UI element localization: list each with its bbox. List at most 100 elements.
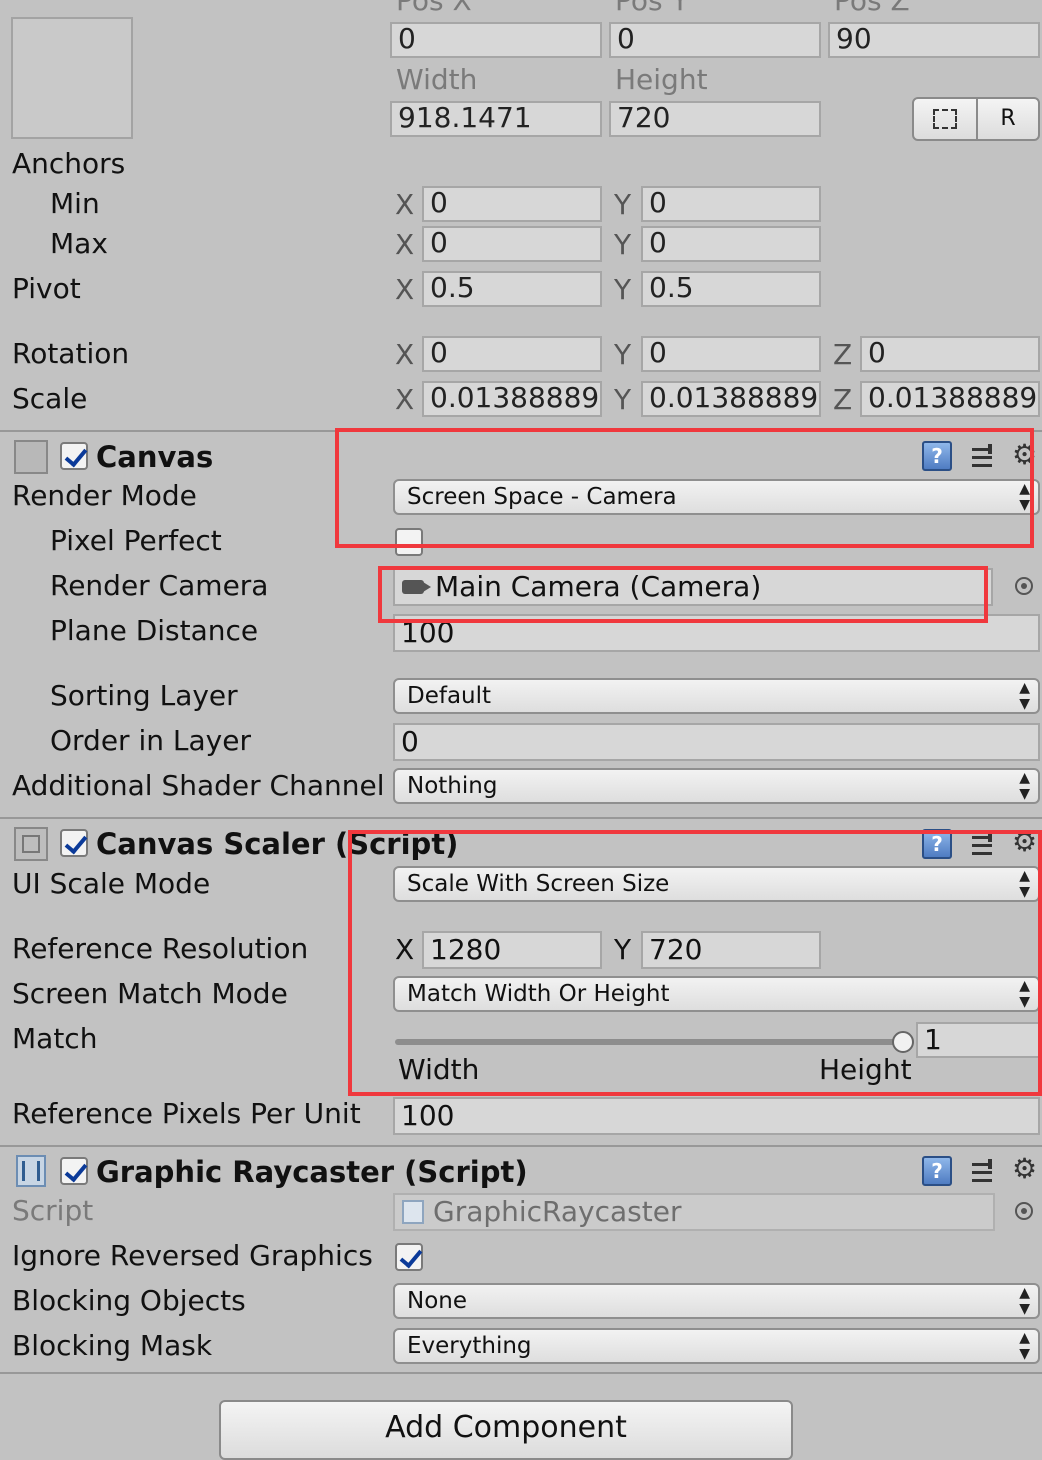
anchors-min-label: Min	[50, 187, 100, 220]
scale-y-field[interactable]: 0.01388889	[641, 381, 821, 417]
rotation-y-field[interactable]: 0	[641, 336, 821, 372]
rotation-x-field[interactable]: 0	[422, 336, 602, 372]
rotation-label: Rotation	[12, 337, 130, 370]
highlight-render-camera	[378, 566, 988, 623]
canvas-scaler-icon	[14, 827, 48, 861]
pivot-x-field[interactable]: 0.5	[422, 271, 602, 307]
height-label: Height	[615, 63, 708, 96]
rot-z-axis: Z	[833, 338, 853, 371]
blocking-mask-value: Everything	[407, 1333, 532, 1359]
script-field: GraphicRaycaster	[393, 1193, 995, 1231]
max-y-axis: Y	[614, 228, 632, 261]
raw-edit-label: R	[1000, 106, 1016, 131]
raycaster-enabled-checkbox[interactable]	[60, 1157, 88, 1185]
script-component-icon	[16, 1155, 46, 1187]
canvas-title: Canvas	[96, 440, 214, 474]
anchor-min-y-field[interactable]: 0	[641, 186, 821, 222]
pixels-per-unit-field[interactable]: 100	[393, 1097, 1040, 1135]
pos-y-label: Pos Y	[615, 0, 689, 17]
scale-label: Scale	[12, 382, 88, 415]
blocking-mask-dropdown[interactable]: Everything ▲ ▼	[393, 1328, 1040, 1364]
raw-edit-button[interactable]: R	[976, 97, 1040, 141]
min-x-axis: X	[395, 188, 415, 221]
canvas-component-icon	[14, 440, 48, 474]
plane-distance-label: Plane Distance	[50, 614, 259, 647]
pos-z-field[interactable]: 90	[828, 22, 1040, 58]
order-in-layer-field[interactable]: 0	[393, 723, 1040, 761]
pos-y-field[interactable]: 0	[609, 22, 821, 58]
sorting-layer-label: Sorting Layer	[50, 679, 238, 712]
order-in-layer-label: Order in Layer	[50, 724, 251, 757]
screen-match-mode-label: Screen Match Mode	[12, 977, 288, 1010]
script-label: Script	[12, 1194, 94, 1227]
anchor-max-y-field[interactable]: 0	[641, 226, 821, 262]
blocking-mask-label: Blocking Mask	[12, 1329, 213, 1362]
script-file-icon	[402, 1200, 424, 1224]
pixel-perfect-label: Pixel Perfect	[50, 524, 222, 557]
blocking-objects-label: Blocking Objects	[12, 1284, 246, 1317]
min-y-axis: Y	[614, 188, 632, 221]
dropdown-arrow-icon: ▲ ▼	[1019, 1285, 1030, 1317]
sorting-layer-value: Default	[407, 683, 492, 709]
ignore-reversed-checkbox[interactable]	[395, 1243, 423, 1271]
rot-y-axis: Y	[614, 338, 632, 371]
blueprint-mode-button[interactable]	[912, 97, 978, 141]
anchor-min-x-field[interactable]: 0	[422, 186, 602, 222]
pivot-label: Pivot	[12, 272, 81, 305]
pos-x-label: Pos X	[396, 0, 472, 17]
raycaster-help-icon[interactable]: ?	[922, 1156, 952, 1186]
canvas-enabled-checkbox[interactable]	[60, 442, 88, 470]
scale-x-axis: X	[395, 383, 415, 416]
reference-resolution-label: Reference Resolution	[12, 932, 309, 965]
script-picker-icon[interactable]	[1015, 1202, 1033, 1220]
highlight-canvas-scaler	[348, 830, 1042, 1096]
scale-y-axis: Y	[614, 383, 632, 416]
object-picker-icon[interactable]	[1015, 577, 1033, 595]
scaler-separator	[0, 817, 1042, 819]
scale-x-field[interactable]: 0.01388889	[422, 381, 602, 417]
shader-channel-value: Nothing	[407, 773, 498, 799]
pos-x-field[interactable]: 0	[390, 22, 602, 58]
add-component-button[interactable]: Add Component	[219, 1400, 793, 1460]
render-mode-label: Render Mode	[12, 479, 197, 512]
pos-z-label: Pos Z	[834, 0, 910, 17]
anchors-foldout[interactable]: Anchors	[12, 147, 125, 181]
rot-x-axis: X	[395, 338, 415, 371]
scale-z-field[interactable]: 0.01388889	[860, 381, 1040, 417]
shader-channel-label: Additional Shader Channel	[12, 769, 385, 802]
shader-channel-dropdown[interactable]: Nothing ▲ ▼	[393, 768, 1040, 804]
scaler-enabled-checkbox[interactable]	[60, 829, 88, 857]
highlight-render-mode	[335, 428, 1034, 548]
pivot-x-axis: X	[395, 273, 415, 306]
pixels-per-unit-label: Reference Pixels Per Unit	[12, 1097, 361, 1130]
width-field[interactable]: 918.1471	[390, 101, 602, 137]
add-component-label: Add Component	[385, 1410, 627, 1445]
width-label: Width	[396, 63, 478, 96]
raycaster-separator	[0, 1145, 1042, 1147]
render-camera-label: Render Camera	[50, 569, 269, 602]
raycaster-gear-icon[interactable]: ⚙	[1012, 1154, 1037, 1184]
pivot-y-axis: Y	[614, 273, 632, 306]
ui-scale-mode-label: UI Scale Mode	[12, 867, 211, 900]
pivot-y-field[interactable]: 0.5	[641, 271, 821, 307]
match-label: Match	[12, 1022, 98, 1055]
anchor-max-x-field[interactable]: 0	[422, 226, 602, 262]
raycaster-preset-icon[interactable]	[970, 1157, 998, 1185]
script-value: GraphicRaycaster	[433, 1195, 682, 1228]
raycaster-title: Graphic Raycaster (Script)	[96, 1155, 528, 1189]
scale-z-axis: Z	[833, 383, 853, 416]
dropdown-arrow-icon: ▲ ▼	[1019, 770, 1030, 802]
rect-preview-box[interactable]	[11, 17, 133, 139]
anchors-max-label: Max	[50, 227, 108, 260]
sorting-layer-dropdown[interactable]: Default ▲ ▼	[393, 678, 1040, 714]
dropdown-arrow-icon: ▲ ▼	[1019, 1330, 1030, 1362]
height-field[interactable]: 720	[609, 101, 821, 137]
ignore-reversed-label: Ignore Reversed Graphics	[12, 1239, 373, 1272]
rotation-z-field[interactable]: 0	[860, 336, 1040, 372]
blocking-objects-dropdown[interactable]: None ▲ ▼	[393, 1283, 1040, 1319]
dotted-rect-icon	[933, 109, 957, 129]
max-x-axis: X	[395, 228, 415, 261]
bottom-separator	[0, 1372, 1042, 1374]
blocking-objects-value: None	[407, 1288, 468, 1314]
dropdown-arrow-icon: ▲ ▼	[1019, 680, 1030, 712]
